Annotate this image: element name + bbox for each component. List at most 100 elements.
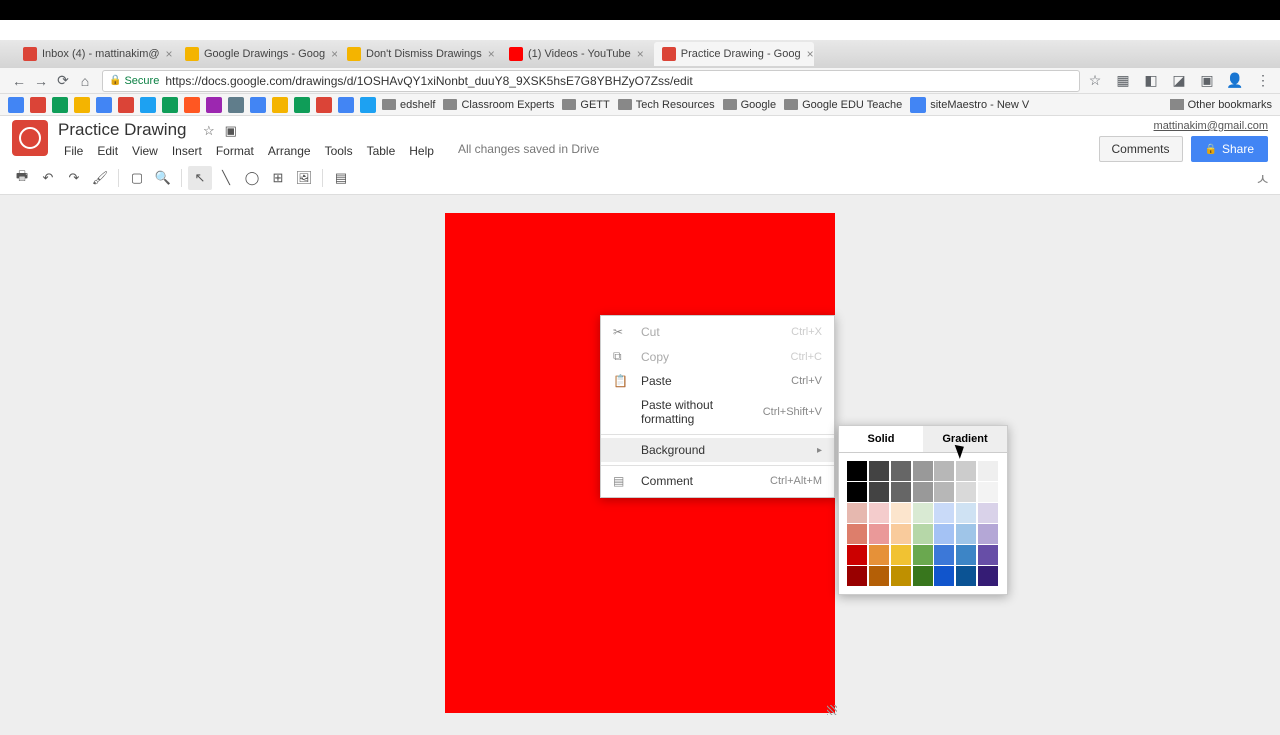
color-swatch[interactable] bbox=[847, 545, 867, 565]
color-swatch[interactable] bbox=[934, 503, 954, 523]
color-swatch[interactable] bbox=[869, 461, 889, 481]
menu-insert[interactable]: Insert bbox=[166, 142, 208, 160]
color-swatch[interactable] bbox=[978, 566, 998, 586]
collapse-icon[interactable]: ㅅ bbox=[1255, 166, 1270, 190]
color-swatch[interactable] bbox=[956, 524, 976, 544]
close-icon[interactable]: × bbox=[488, 47, 495, 61]
extension-icon[interactable]: ▦ bbox=[1114, 72, 1132, 89]
close-icon[interactable]: × bbox=[807, 47, 814, 61]
share-button[interactable]: Share bbox=[1191, 136, 1268, 162]
forward-button[interactable]: → bbox=[30, 70, 52, 92]
color-swatch[interactable] bbox=[956, 566, 976, 586]
line-tool-icon[interactable]: ╲ bbox=[214, 166, 238, 190]
star-icon[interactable]: ☆ bbox=[203, 123, 215, 139]
extension-icon[interactable]: ◪ bbox=[1170, 72, 1188, 89]
color-swatch[interactable] bbox=[891, 461, 911, 481]
color-swatch[interactable] bbox=[934, 566, 954, 586]
color-swatch[interactable] bbox=[978, 545, 998, 565]
zoom-fit-icon[interactable]: ▢ bbox=[125, 166, 149, 190]
tab-practice-drawing[interactable]: Practice Drawing - Goog× bbox=[654, 42, 814, 66]
bookmark-icon[interactable] bbox=[8, 97, 24, 113]
bookmark-icon[interactable] bbox=[184, 97, 200, 113]
color-swatch[interactable] bbox=[934, 482, 954, 502]
color-swatch[interactable] bbox=[847, 503, 867, 523]
reload-button[interactable]: ⟳ bbox=[52, 70, 74, 92]
color-swatch[interactable] bbox=[891, 566, 911, 586]
undo-icon[interactable]: ↶ bbox=[36, 166, 60, 190]
color-swatch[interactable] bbox=[891, 545, 911, 565]
context-comment[interactable]: ▤ Comment Ctrl+Alt+M bbox=[601, 469, 834, 493]
resize-handle[interactable] bbox=[827, 705, 837, 715]
color-swatch[interactable] bbox=[913, 566, 933, 586]
url-input[interactable]: Secure https://docs.google.com/drawings/… bbox=[102, 70, 1080, 92]
close-icon[interactable]: × bbox=[166, 47, 173, 61]
bookmark-icon[interactable] bbox=[294, 97, 310, 113]
menu-file[interactable]: File bbox=[58, 142, 89, 160]
extension-icon[interactable]: ▣ bbox=[1198, 72, 1216, 89]
color-swatch[interactable] bbox=[891, 524, 911, 544]
comments-button[interactable]: Comments bbox=[1099, 136, 1183, 162]
print-icon[interactable]: 🖶 bbox=[10, 166, 34, 190]
menu-icon[interactable]: ⋮ bbox=[1254, 72, 1272, 89]
color-swatch[interactable] bbox=[913, 482, 933, 502]
tab-drawings-help[interactable]: Google Drawings - Goog× bbox=[177, 42, 337, 66]
folder-icon[interactable]: ▣ bbox=[225, 123, 237, 139]
bookmark-icon[interactable] bbox=[74, 97, 90, 113]
color-swatch[interactable] bbox=[847, 524, 867, 544]
color-swatch[interactable] bbox=[956, 545, 976, 565]
colorpicker-tab-gradient[interactable]: Gradient bbox=[923, 426, 1007, 453]
color-swatch[interactable] bbox=[891, 503, 911, 523]
bookmark-icon[interactable] bbox=[250, 97, 266, 113]
bookmark-gett[interactable]: GETT bbox=[562, 99, 609, 111]
color-swatch[interactable] bbox=[869, 566, 889, 586]
star-icon[interactable]: ☆ bbox=[1086, 72, 1104, 89]
redo-icon[interactable]: ↷ bbox=[62, 166, 86, 190]
tab-inbox[interactable]: Inbox (4) - mattinakim@× bbox=[15, 42, 175, 66]
comment-icon[interactable]: ▤ bbox=[329, 166, 353, 190]
bookmark-edu[interactable]: Google EDU Teache bbox=[784, 99, 902, 111]
color-swatch[interactable] bbox=[869, 482, 889, 502]
color-swatch[interactable] bbox=[934, 545, 954, 565]
bookmark-icon[interactable] bbox=[338, 97, 354, 113]
color-swatch[interactable] bbox=[847, 566, 867, 586]
bookmark-classroom[interactable]: Classroom Experts bbox=[443, 99, 554, 111]
colorpicker-tab-solid[interactable]: Solid bbox=[839, 426, 923, 453]
menu-table[interactable]: Table bbox=[361, 142, 402, 160]
color-swatch[interactable] bbox=[913, 503, 933, 523]
textbox-tool-icon[interactable]: ⊞ bbox=[266, 166, 290, 190]
context-paste[interactable]: 📋 Paste Ctrl+V bbox=[601, 369, 834, 393]
bookmark-icon[interactable] bbox=[360, 97, 376, 113]
bookmark-icon[interactable] bbox=[206, 97, 222, 113]
bookmark-icon[interactable] bbox=[96, 97, 112, 113]
select-tool-icon[interactable]: ↖ bbox=[188, 166, 212, 190]
color-swatch[interactable] bbox=[891, 482, 911, 502]
back-button[interactable]: ← bbox=[8, 70, 30, 92]
other-bookmarks[interactable]: Other bookmarks bbox=[1170, 99, 1272, 111]
color-swatch[interactable] bbox=[934, 461, 954, 481]
bookmark-icon[interactable] bbox=[272, 97, 288, 113]
color-swatch[interactable] bbox=[847, 461, 867, 481]
bookmark-edshelf[interactable]: edshelf bbox=[382, 99, 435, 111]
color-swatch[interactable] bbox=[978, 482, 998, 502]
color-swatch[interactable] bbox=[978, 503, 998, 523]
image-tool-icon[interactable]: 🖼 bbox=[292, 166, 316, 190]
bookmark-icon[interactable] bbox=[140, 97, 156, 113]
color-swatch[interactable] bbox=[978, 524, 998, 544]
user-email[interactable]: mattinakim@gmail.com bbox=[1099, 120, 1269, 132]
menu-arrange[interactable]: Arrange bbox=[262, 142, 317, 160]
color-swatch[interactable] bbox=[869, 524, 889, 544]
color-swatch[interactable] bbox=[934, 524, 954, 544]
bookmark-tech[interactable]: Tech Resources bbox=[618, 99, 715, 111]
close-icon[interactable]: × bbox=[637, 47, 644, 61]
menu-tools[interactable]: Tools bbox=[319, 142, 359, 160]
menu-view[interactable]: View bbox=[126, 142, 164, 160]
bookmark-icon[interactable] bbox=[316, 97, 332, 113]
bookmark-icon[interactable] bbox=[118, 97, 134, 113]
zoom-icon[interactable]: 🔍 bbox=[151, 166, 175, 190]
color-swatch[interactable] bbox=[913, 524, 933, 544]
bookmark-google[interactable]: Google bbox=[723, 99, 776, 111]
color-swatch[interactable] bbox=[978, 461, 998, 481]
menu-edit[interactable]: Edit bbox=[91, 142, 124, 160]
tab-dismiss[interactable]: Don't Dismiss Drawings× bbox=[339, 42, 499, 66]
extension-icon[interactable]: ◧ bbox=[1142, 72, 1160, 89]
